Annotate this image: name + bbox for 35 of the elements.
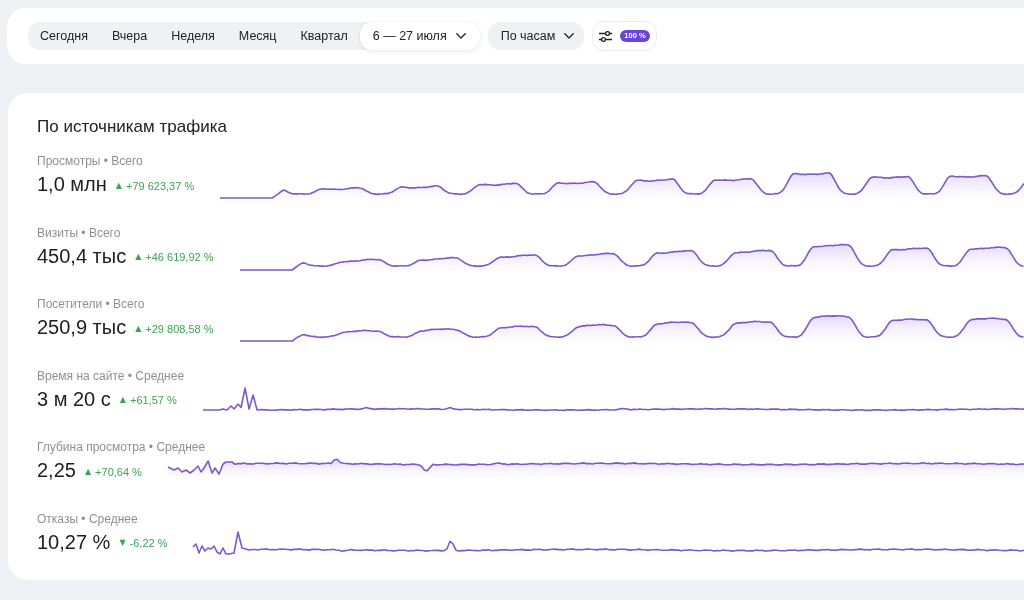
period-tab[interactable]: Месяц [226,22,289,50]
change-percent: -6,22 % [129,536,168,551]
trend-arrow: ▲ [115,180,122,191]
period-tab[interactable]: Сегодня [28,22,100,50]
metric-value: 1,0 млн [37,172,107,197]
chevron-down-icon [564,33,575,39]
period-tab[interactable]: Неделя [159,22,227,50]
period-tab[interactable]: Вчера [99,22,160,50]
metric-label: Время на сайте • Среднее [37,367,185,384]
change-percent: +61,57 % [129,393,177,408]
trend-arrow: ▲ [119,395,126,406]
trend-arrow: ▲ [135,252,142,263]
metric-value: 3 м 20 с [37,386,111,412]
metric-value: 250,9 тыс [37,315,127,341]
change-percent: +46 619,92 % [145,250,214,265]
trend-arrow: ▲ [135,323,142,334]
card-title: По источникам трафика [37,116,227,138]
change-percent: +79 623,37 % [126,178,195,193]
metric-label: Глубина просмотра • Среднее [37,439,206,456]
metric-value: 10,27 % [37,529,111,555]
metric-label: Посетители • Всего [37,296,145,313]
change-percent: +70,64 % [95,464,142,479]
trend-arrow: ▲ [84,466,92,477]
metric-label: Просмотры • Всего [37,153,143,169]
date-range-dropdown[interactable]: 6 — 27 июля [359,22,480,50]
trend-arrow: ▼ [119,538,126,549]
sliders-icon [599,30,613,42]
grouping-dropdown[interactable]: По часам [487,22,585,50]
change-percent: +29 808,58 % [145,321,214,336]
metric-label: Отказы • Среднее [37,510,138,527]
period-tab[interactable]: Квартал [288,22,360,50]
metric-label: Визиты • Всего [37,224,121,241]
chevron-down-icon [455,33,466,39]
metric-value: 2,25 [37,458,76,484]
metric-value: 450,4 тыс [37,243,127,269]
